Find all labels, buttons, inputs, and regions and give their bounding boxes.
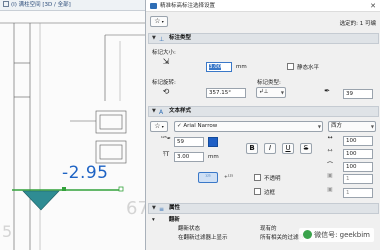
dialog-title-bar: 精准标高标注选择设置 ✕ bbox=[146, 0, 380, 12]
text-pen-input[interactable]: 59 bbox=[174, 137, 204, 147]
text-style-icon: A bbox=[159, 109, 164, 116]
collapse-arrow-icon[interactable]: ▼ bbox=[152, 34, 156, 43]
ghost-digit-left: 5 bbox=[2, 222, 13, 241]
collapse-arrow-icon[interactable]: ▼ bbox=[152, 204, 156, 213]
section-marker-type[interactable]: ▼ ⊥ 标注类型 bbox=[148, 33, 379, 44]
spacing-input[interactable]: 100 bbox=[343, 149, 373, 159]
spacing-icon: ⇿ bbox=[327, 147, 333, 154]
static-horizontal-checkbox[interactable] bbox=[287, 63, 294, 70]
frame-pen-icon: ▣ bbox=[327, 186, 333, 193]
rotation-icon: ⟲ bbox=[162, 87, 170, 96]
frame-label: 边框 bbox=[264, 190, 276, 196]
slant-icon: ⌒ bbox=[326, 162, 333, 169]
section-properties[interactable]: ▼ ≡ 属性 bbox=[148, 203, 379, 214]
text-favorites-button[interactable]: ☆ ▾ bbox=[150, 121, 168, 132]
marker-angle-input[interactable]: 357.15° bbox=[206, 88, 246, 98]
marker-size-label: 标记大小: bbox=[152, 50, 176, 56]
window-icon bbox=[3, 1, 9, 7]
marker-type-select[interactable]: ↲⊥ ▼ bbox=[256, 87, 286, 98]
marker-pen-input[interactable]: 39 bbox=[343, 89, 373, 99]
italic-button[interactable]: I bbox=[264, 143, 276, 154]
pen-icon: ✒ bbox=[324, 87, 330, 95]
width-factor-input[interactable]: 100 bbox=[343, 136, 373, 146]
tree-group-renovation[interactable]: ▾ 翻新 bbox=[148, 216, 379, 225]
level-marker-symbol[interactable] bbox=[22, 190, 60, 211]
frame-pen-input[interactable]: 1 bbox=[343, 188, 373, 198]
static-horizontal-label: 静态水平 bbox=[297, 65, 320, 71]
collapse-arrow-icon[interactable]: ▼ bbox=[152, 107, 156, 116]
marker-type-label: 标记类型: bbox=[257, 80, 281, 86]
section-text-style[interactable]: ▼ A 文本样式 bbox=[148, 106, 379, 117]
wechat-watermark: 微信号: geekbim bbox=[299, 228, 374, 242]
opaque-pen-input[interactable]: 1 bbox=[343, 174, 373, 184]
dialog-title: 精准标高标注选择设置 bbox=[160, 3, 216, 9]
text-color-swatch[interactable] bbox=[208, 137, 218, 147]
close-icon[interactable]: ✕ bbox=[370, 0, 376, 12]
marker-size-input[interactable]: 3.00 bbox=[206, 62, 232, 72]
ghost-digit-right: 67 bbox=[126, 198, 145, 219]
text-size-input[interactable]: 3.00 bbox=[174, 152, 204, 162]
favorites-button[interactable]: ☆ ▾ bbox=[150, 16, 168, 27]
script-select[interactable]: 西方 ▼ bbox=[328, 121, 376, 132]
selected-count: 选定的: 1 可编 bbox=[339, 21, 376, 27]
properties-icon: ≡ bbox=[159, 206, 165, 213]
viewport-title: (I) 满柱空间 [3D / 全部] bbox=[11, 2, 71, 8]
frame-checkbox[interactable] bbox=[254, 188, 261, 195]
slant-input[interactable]: 100 bbox=[343, 162, 373, 172]
font-select[interactable]: ✓ Arial Narrow ▼ bbox=[174, 121, 323, 132]
selection-settings-dialog: 精准标高标注选择设置 ✕ ☆ ▾ 选定的: 1 可编 ▼ ⊥ 标注类型 标记大小… bbox=[145, 0, 380, 250]
text-size-unit: mm bbox=[208, 154, 219, 160]
marker-type-icon: ↲⊥ bbox=[259, 89, 269, 95]
dimension-value-text[interactable]: -2.95 bbox=[62, 163, 109, 183]
text-size-icon: ⤒T bbox=[162, 151, 170, 158]
marker-angle-label: 标记旋转: bbox=[152, 80, 176, 86]
opaque-pen-icon: ▣ bbox=[327, 172, 333, 179]
opaque-checkbox[interactable] bbox=[254, 174, 261, 181]
anchor-button-1[interactable]: ¹²⁵ bbox=[198, 172, 218, 183]
strikethrough-button[interactable]: S bbox=[300, 143, 312, 154]
wechat-icon bbox=[303, 230, 313, 239]
cad-viewport[interactable]: (I) 满柱空间 [3D / 全部] -2.95 5 67 bbox=[0, 0, 145, 250]
opaque-label: 不透明 bbox=[264, 176, 281, 182]
marker-size-unit: mm bbox=[236, 64, 247, 70]
bold-button[interactable]: B bbox=[246, 143, 258, 154]
level-marker-icon: ⊥ bbox=[159, 36, 165, 43]
app-icon bbox=[150, 3, 157, 9]
anchor-button-2[interactable]: +¹²⁵ bbox=[224, 175, 233, 180]
marker-size-icon: ⇲ bbox=[162, 57, 170, 66]
underline-button[interactable]: U bbox=[282, 143, 294, 154]
width-factor-icon: ↔ bbox=[327, 134, 333, 141]
drawing-canvas[interactable] bbox=[0, 11, 145, 250]
text-pen-icon: ¹²⁵✒ bbox=[160, 136, 172, 142]
viewport-title-bar: (I) 满柱空间 [3D / 全部] bbox=[0, 0, 145, 11]
